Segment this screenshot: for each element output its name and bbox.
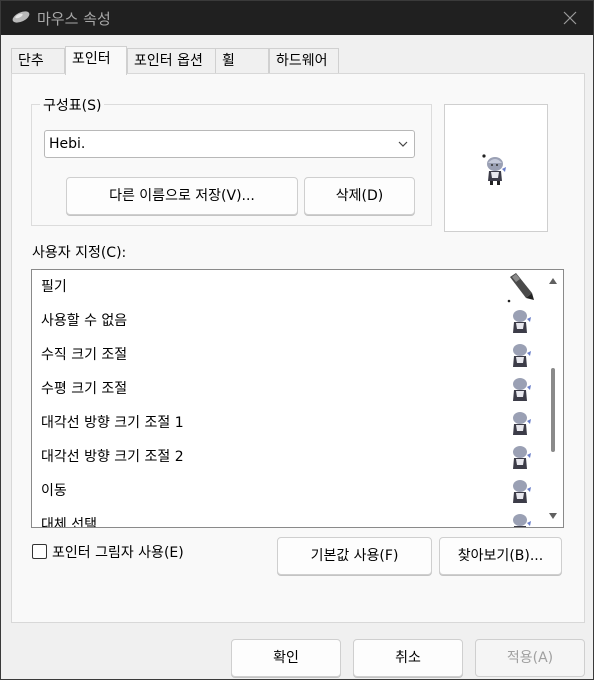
character-cursor-icon [513,412,531,435]
pen-cursor-icon [507,273,534,303]
character-cursor-icon [482,154,506,185]
character-cursor-icon [513,446,531,469]
browse-button[interactable]: 찾아보기(B)... [439,537,562,575]
tab-pointers[interactable]: 포인터 [65,46,127,75]
scroll-up-arrow-icon[interactable] [548,276,558,286]
tab-buttons[interactable]: 단추 [11,48,65,74]
chevron-down-icon [398,141,408,147]
character-cursor-icon [513,378,531,401]
cancel-button[interactable]: 취소 [353,639,463,677]
cursor-list[interactable]: 필기 사용할 수 없음 수직 크기 조절 수평 크기 조절 대각선 방향 크기 … [31,269,564,528]
list-item-label: 필기 [41,279,67,295]
pointer-shadow-label: 포인터 그림자 사용(E) [52,545,184,561]
tab-strip: 단추 포인터 포인터 옵션 휠 하드웨어 [11,46,585,75]
close-button[interactable] [547,1,593,35]
character-cursor-icon [513,344,531,367]
pointer-shadow-checkbox[interactable] [32,544,47,559]
customize-label: 사용자 지정(C): [32,245,127,261]
list-item-label: 수직 크기 조절 [41,347,128,363]
ok-button[interactable]: 확인 [231,639,341,677]
title-bar[interactable]: 마우스 속성 [1,1,593,35]
mouse-icon [12,11,30,23]
scroll-down-arrow-icon[interactable] [548,511,558,521]
list-item-diagonal-resize-1[interactable]: 대각선 방향 크기 조절 1 [32,406,544,440]
tab-pointer-options[interactable]: 포인터 옵션 [127,48,224,74]
list-item-move[interactable]: 이동 [32,474,544,508]
list-item-unavailable[interactable]: 사용할 수 없음 [32,304,544,338]
list-scrollbar[interactable] [543,270,563,527]
character-cursor-icon [513,514,531,527]
tab-wheel[interactable]: 휠 [215,48,269,74]
character-cursor-icon [513,310,531,333]
use-default-button[interactable]: 기본값 사용(F) [277,537,432,575]
scheme-dropdown[interactable]: Hebi. [44,130,415,158]
scheme-label: 구성표(S) [40,95,105,115]
save-as-button[interactable]: 다른 이름으로 저장(V)... [66,177,298,215]
list-item-label: 대각선 방향 크기 조절 1 [41,415,184,431]
list-item-horizontal-resize[interactable]: 수평 크기 조절 [32,372,544,406]
list-item-diagonal-resize-2[interactable]: 대각선 방향 크기 조절 2 [32,440,544,474]
character-cursor-icon [513,480,531,503]
apply-button[interactable]: 적용(A) [475,639,585,677]
list-item-label: 대각선 방향 크기 조절 2 [41,449,184,465]
list-item-label: 이동 [41,483,67,499]
scheme-group: 구성표(S) Hebi. 다른 이름으로 저장(V)... 삭제(D) [31,95,432,226]
list-item-vertical-resize[interactable]: 수직 크기 조절 [32,338,544,372]
list-item-handwriting[interactable]: 필기 [32,270,544,304]
list-item-label: 수평 크기 조절 [41,381,128,397]
close-icon [563,11,577,25]
list-item-label: 대체 선택 [41,517,97,528]
list-item-alternate-select[interactable]: 대체 선택 [32,508,544,528]
pointers-tab-panel: 구성표(S) Hebi. 다른 이름으로 저장(V)... 삭제(D) 사용자 … [11,73,585,623]
delete-button[interactable]: 삭제(D) [304,177,415,215]
scroll-thumb[interactable] [551,368,555,452]
list-item-label: 사용할 수 없음 [41,313,128,329]
window-title: 마우스 속성 [37,10,111,28]
scheme-value: Hebi. [49,136,86,152]
cursor-preview [444,104,548,232]
mouse-properties-window: 마우스 속성 단추 포인터 포인터 옵션 휠 하드웨어 구성표(S) Hebi.… [0,0,594,680]
tab-hardware[interactable]: 하드웨어 [269,48,339,74]
